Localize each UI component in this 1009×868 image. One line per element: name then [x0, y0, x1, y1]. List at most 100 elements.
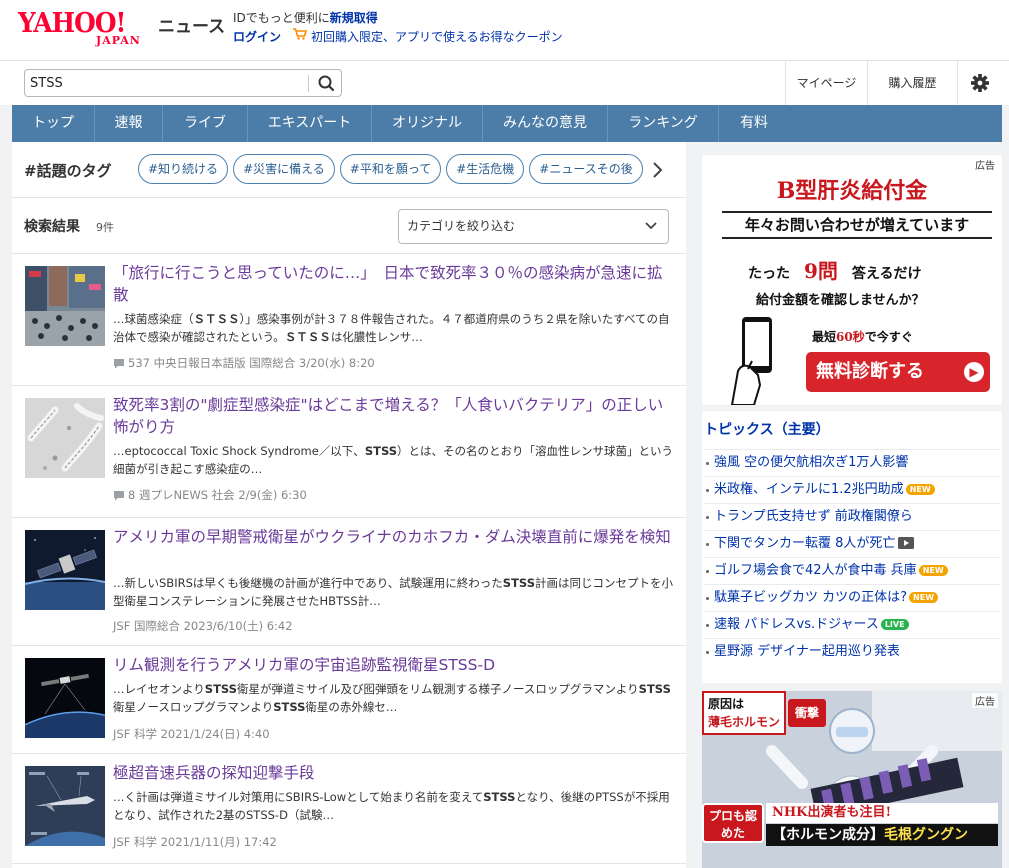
- article-item[interactable]: 致死率3割の"劇症型感染症"はどこまで増える？「人食いバクテリア」の正しい怖がり…: [12, 386, 686, 518]
- nav-breaking[interactable]: 速報: [95, 105, 163, 142]
- topics-title[interactable]: トピックス（主要）: [704, 419, 830, 439]
- comment-count[interactable]: 537: [128, 356, 150, 370]
- ad-caption: プロも認めた: [702, 803, 764, 843]
- search-icon: [318, 75, 335, 92]
- snippet-highlight: ＳＴＳＳ: [284, 330, 331, 344]
- service-name[interactable]: ニュース: [158, 12, 225, 37]
- nav-ranking[interactable]: ランキング: [608, 105, 719, 142]
- nav-opinions[interactable]: みんなの意見: [483, 105, 608, 142]
- topic-item[interactable]: 下関でタンカー転覆 8人が死亡: [704, 530, 1000, 557]
- article-title[interactable]: 極超音速兵器の探知迎撃手段: [113, 762, 675, 784]
- snippet-text: 衛星の赤外線セ…: [305, 700, 398, 714]
- snippet-highlight: STSS: [364, 444, 397, 458]
- search-box: [24, 69, 342, 97]
- tag-item[interactable]: #ニュースその後: [529, 154, 643, 184]
- tag-item[interactable]: #平和を願って: [339, 154, 442, 184]
- phone-icon: [728, 315, 798, 405]
- nav-live[interactable]: ライブ: [163, 105, 248, 142]
- topic-item[interactable]: 速報 パドレスvs.ドジャース LIVE: [704, 611, 1000, 638]
- header: YAHOO! JAPAN ニュース IDでもっと便利に新規取得 ログイン 初回購…: [0, 0, 1009, 60]
- settings-button[interactable]: [957, 61, 1009, 105]
- tag-item[interactable]: #生活危機: [446, 154, 525, 184]
- article-title[interactable]: 「旅行に行こうと思っていたのに…」 日本で致死率３０％の感染病が急速に拡散: [113, 262, 675, 306]
- article-source: 中央日報日本語版 国際総合 3/20(水) 8:20: [153, 356, 375, 370]
- category-nav: トップ 速報 ライブ エキスパート オリジナル みんなの意見 ランキング 有料: [12, 105, 1002, 142]
- ad-highlight: 毛根グングン: [884, 827, 968, 843]
- ad-label[interactable]: 広告: [972, 693, 998, 708]
- topic-item[interactable]: ゴルフ場会食で42人が食中毒 兵庫 NEW: [704, 557, 1000, 584]
- comment-icon: [114, 491, 124, 501]
- nav-top[interactable]: トップ: [12, 105, 95, 142]
- tag-item[interactable]: #災害に備える: [233, 154, 335, 184]
- ad-line: たった 9問 答えるだけ: [748, 255, 922, 284]
- article-meta: 8 週プレNEWS 社会 2/9(金) 6:30: [113, 487, 307, 503]
- article-thumbnail[interactable]: [25, 398, 105, 478]
- new-badge: NEW: [918, 565, 948, 576]
- topic-item[interactable]: 強風 空の便欠航相次ぎ1万人影響: [704, 449, 1000, 476]
- ad-banner-hair[interactable]: 広告 原因は 薄毛ホルモン 衝撃 プロも認めた NHK出演者も注目! 【ホルモン成…: [702, 691, 1002, 868]
- topic-item[interactable]: 米政権、インテルに1.2兆円助成 NEW: [704, 476, 1000, 503]
- article-thumbnail[interactable]: [25, 766, 105, 846]
- nav-expert[interactable]: エキスパート: [248, 105, 372, 142]
- topic-text: 米政権、インテルに1.2兆円助成: [714, 482, 904, 497]
- ad-text: 答えるだけ: [851, 266, 922, 282]
- ad-text: 原因は: [708, 697, 745, 711]
- search-input[interactable]: [30, 73, 305, 93]
- snippet-highlight: STSS: [502, 576, 535, 590]
- topic-item[interactable]: 駄菓子ビッグカツ カツの正体は? NEW: [704, 584, 1000, 611]
- ad-cta-button[interactable]: 無料診断する ▶: [806, 352, 990, 392]
- tags-next-button[interactable]: [650, 158, 666, 182]
- category-filter-select[interactable]: カテゴリを絞り込む: [398, 209, 669, 244]
- yahoo-japan-logo[interactable]: YAHOO! JAPAN: [18, 8, 153, 48]
- mypage-button[interactable]: マイページ: [785, 61, 867, 105]
- ad-highlight: 60秒: [836, 330, 865, 344]
- chevron-down-icon: [645, 222, 657, 230]
- topics-panel: トピックス（主要） 強風 空の便欠航相次ぎ1万人影響 米政権、インテルに1.2兆…: [702, 411, 1002, 683]
- nav-paid[interactable]: 有料: [719, 105, 789, 142]
- ad-banner-hepatitis[interactable]: 広告 B型肝炎給付金 年々お問い合わせが増えています たった 9問 答えるだけ …: [702, 155, 1002, 405]
- id-promo: IDでもっと便利に新規取得: [233, 9, 378, 26]
- ad-text: で今すぐ: [864, 330, 913, 344]
- snippet-highlight: STSS: [204, 682, 237, 696]
- gear-icon: [971, 74, 989, 92]
- article-title[interactable]: リム観測を行うアメリカ軍の宇宙追跡監視衛星STSS-D: [113, 654, 675, 676]
- article-item[interactable]: 極超音速兵器の探知迎撃手段 …く計画は弾道ミサイル対策用にSBIRS-Lowとし…: [12, 754, 686, 864]
- search-button[interactable]: [314, 72, 338, 94]
- topic-item[interactable]: 星野源 デザイナー起用巡り発表: [704, 638, 1000, 665]
- coupon-link[interactable]: 初回購入限定、アプリで使えるお得なクーポン: [311, 28, 563, 45]
- article-title[interactable]: 致死率3割の"劇症型感染症"はどこまで増える？「人食いバクテリア」の正しい怖がり…: [113, 394, 675, 438]
- cart-icon: [293, 28, 308, 43]
- article-snippet: …く計画は弾道ミサイル対策用にSBIRS-Lowとして始まり名前を変えてSTSS…: [113, 788, 675, 824]
- ad-label[interactable]: 広告: [972, 157, 998, 172]
- ad-cta-label: 無料診断する: [816, 361, 924, 382]
- register-link[interactable]: 新規取得: [330, 11, 378, 25]
- results-header: 検索結果 9件 カテゴリを絞り込む: [12, 198, 686, 254]
- arrow-right-icon: ▶: [964, 362, 984, 382]
- new-badge: NEW: [909, 592, 939, 603]
- article-thumbnail[interactable]: [25, 266, 105, 346]
- article-thumbnail[interactable]: [25, 658, 105, 738]
- nav-original[interactable]: オリジナル: [372, 105, 483, 142]
- snippet-text: …球菌感染症（: [113, 312, 194, 326]
- article-source: JSF 科学 2021/1/24(日) 4:40: [113, 727, 270, 741]
- article-source: JSF 科学 2021/1/11(月) 17:42: [113, 835, 277, 849]
- article-item[interactable]: リム観測を行うアメリカ軍の宇宙追跡監視衛星STSS-D …レイセオンよりSTSS…: [12, 646, 686, 754]
- topic-text: 速報 パドレスvs.ドジャース: [714, 617, 879, 632]
- category-filter-label: カテゴリを絞り込む: [407, 219, 516, 233]
- article-meta: JSF 科学 2021/1/24(日) 4:40: [113, 726, 270, 742]
- topic-item[interactable]: トランプ氏支持せず 前政権閣僚ら: [704, 503, 1000, 530]
- comment-count[interactable]: 8: [128, 488, 135, 502]
- search-divider: [308, 75, 309, 92]
- tag-item[interactable]: #知り続ける: [138, 154, 229, 184]
- article-title[interactable]: アメリカ軍の早期警戒衛星がウクライナのカホフカ・ダム決壊直前に爆発を検知: [113, 526, 675, 548]
- login-link[interactable]: ログイン: [233, 28, 281, 45]
- article-snippet: …球菌感染症（ＳＴＳＳ）」感染事例が計３７８件報告された。４７都道府県のうち２県…: [113, 310, 675, 346]
- article-thumbnail[interactable]: [25, 530, 105, 610]
- topic-text: トランプ氏支持せず 前政権閣僚ら: [714, 509, 913, 524]
- article-source: 週プレNEWS 社会 2/9(金) 6:30: [138, 488, 307, 502]
- article-item[interactable]: アメリカ軍の早期警戒衛星がウクライナのカホフカ・ダム決壊直前に爆発を検知 …新し…: [12, 518, 686, 646]
- purchase-history-button[interactable]: 購入履歴: [867, 61, 957, 105]
- article-meta: JSF 科学 2021/1/11(月) 17:42: [113, 834, 277, 850]
- trending-tags: #話題のタグ #知り続ける #災害に備える #平和を願って #生活危機 #ニュースその後: [12, 142, 686, 198]
- article-item[interactable]: 「旅行に行こうと思っていたのに…」 日本で致死率３０％の感染病が急速に拡散 …球…: [12, 254, 686, 386]
